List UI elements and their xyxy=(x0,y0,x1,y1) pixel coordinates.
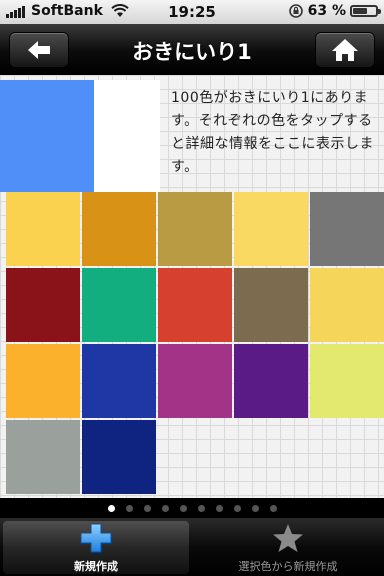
color-swatch[interactable] xyxy=(6,344,80,418)
page-dot[interactable] xyxy=(179,504,187,512)
color-swatch[interactable] xyxy=(6,192,80,266)
page-dot[interactable] xyxy=(107,504,115,512)
color-swatch[interactable] xyxy=(6,268,80,342)
tab-bar: 新規作成 選択色から新規作成 xyxy=(0,518,384,576)
star-icon xyxy=(192,523,384,553)
color-swatch[interactable] xyxy=(82,192,156,266)
color-swatch[interactable] xyxy=(82,268,156,342)
color-swatch[interactable] xyxy=(234,344,308,418)
color-swatch[interactable] xyxy=(158,192,232,266)
selected-color-preview xyxy=(0,80,94,192)
color-swatch[interactable] xyxy=(310,344,384,418)
status-bar: SoftBank 19:25 63 % xyxy=(0,0,384,24)
page-dot[interactable] xyxy=(197,504,205,512)
page-dot[interactable] xyxy=(233,504,241,512)
color-swatch[interactable] xyxy=(310,192,384,266)
status-right: 63 % xyxy=(288,3,381,19)
tab-new-from-selection[interactable]: 選択色から新規作成 xyxy=(192,518,384,576)
page-dot[interactable] xyxy=(269,504,277,512)
color-grid xyxy=(6,192,384,494)
tab-new-label: 新規作成 xyxy=(74,560,118,573)
battery-icon xyxy=(350,5,381,17)
color-swatch[interactable] xyxy=(158,344,232,418)
page-indicator[interactable] xyxy=(0,498,384,518)
content-area: 100色がおきにいり1にあります。それぞれの色をタップすると詳細な情報をここに表… xyxy=(0,75,384,498)
battery-percent: 63 % xyxy=(307,3,346,19)
page-dot[interactable] xyxy=(251,504,259,512)
plus-icon xyxy=(0,523,192,553)
color-swatch[interactable] xyxy=(82,344,156,418)
info-text: 100色がおきにいり1にあります。それぞれの色をタップすると詳細な情報をここに表… xyxy=(171,90,374,175)
home-button[interactable] xyxy=(315,32,375,68)
rotation-lock-icon xyxy=(288,4,303,18)
color-swatch[interactable] xyxy=(6,420,80,494)
page-dot[interactable] xyxy=(161,504,169,512)
home-icon xyxy=(332,39,358,61)
page-dot[interactable] xyxy=(143,504,151,512)
page-dot[interactable] xyxy=(125,504,133,512)
navigation-bar: おきにいり1 xyxy=(0,24,384,75)
color-swatch[interactable] xyxy=(82,420,156,494)
tab-new[interactable]: 新規作成 xyxy=(0,518,192,576)
color-swatch[interactable] xyxy=(158,268,232,342)
color-swatch[interactable] xyxy=(310,268,384,342)
color-swatch[interactable] xyxy=(234,268,308,342)
page-dot[interactable] xyxy=(215,504,223,512)
selected-color-blank xyxy=(94,80,160,192)
color-swatch[interactable] xyxy=(234,192,308,266)
tab-new-from-selection-label: 選択色から新規作成 xyxy=(238,560,338,573)
